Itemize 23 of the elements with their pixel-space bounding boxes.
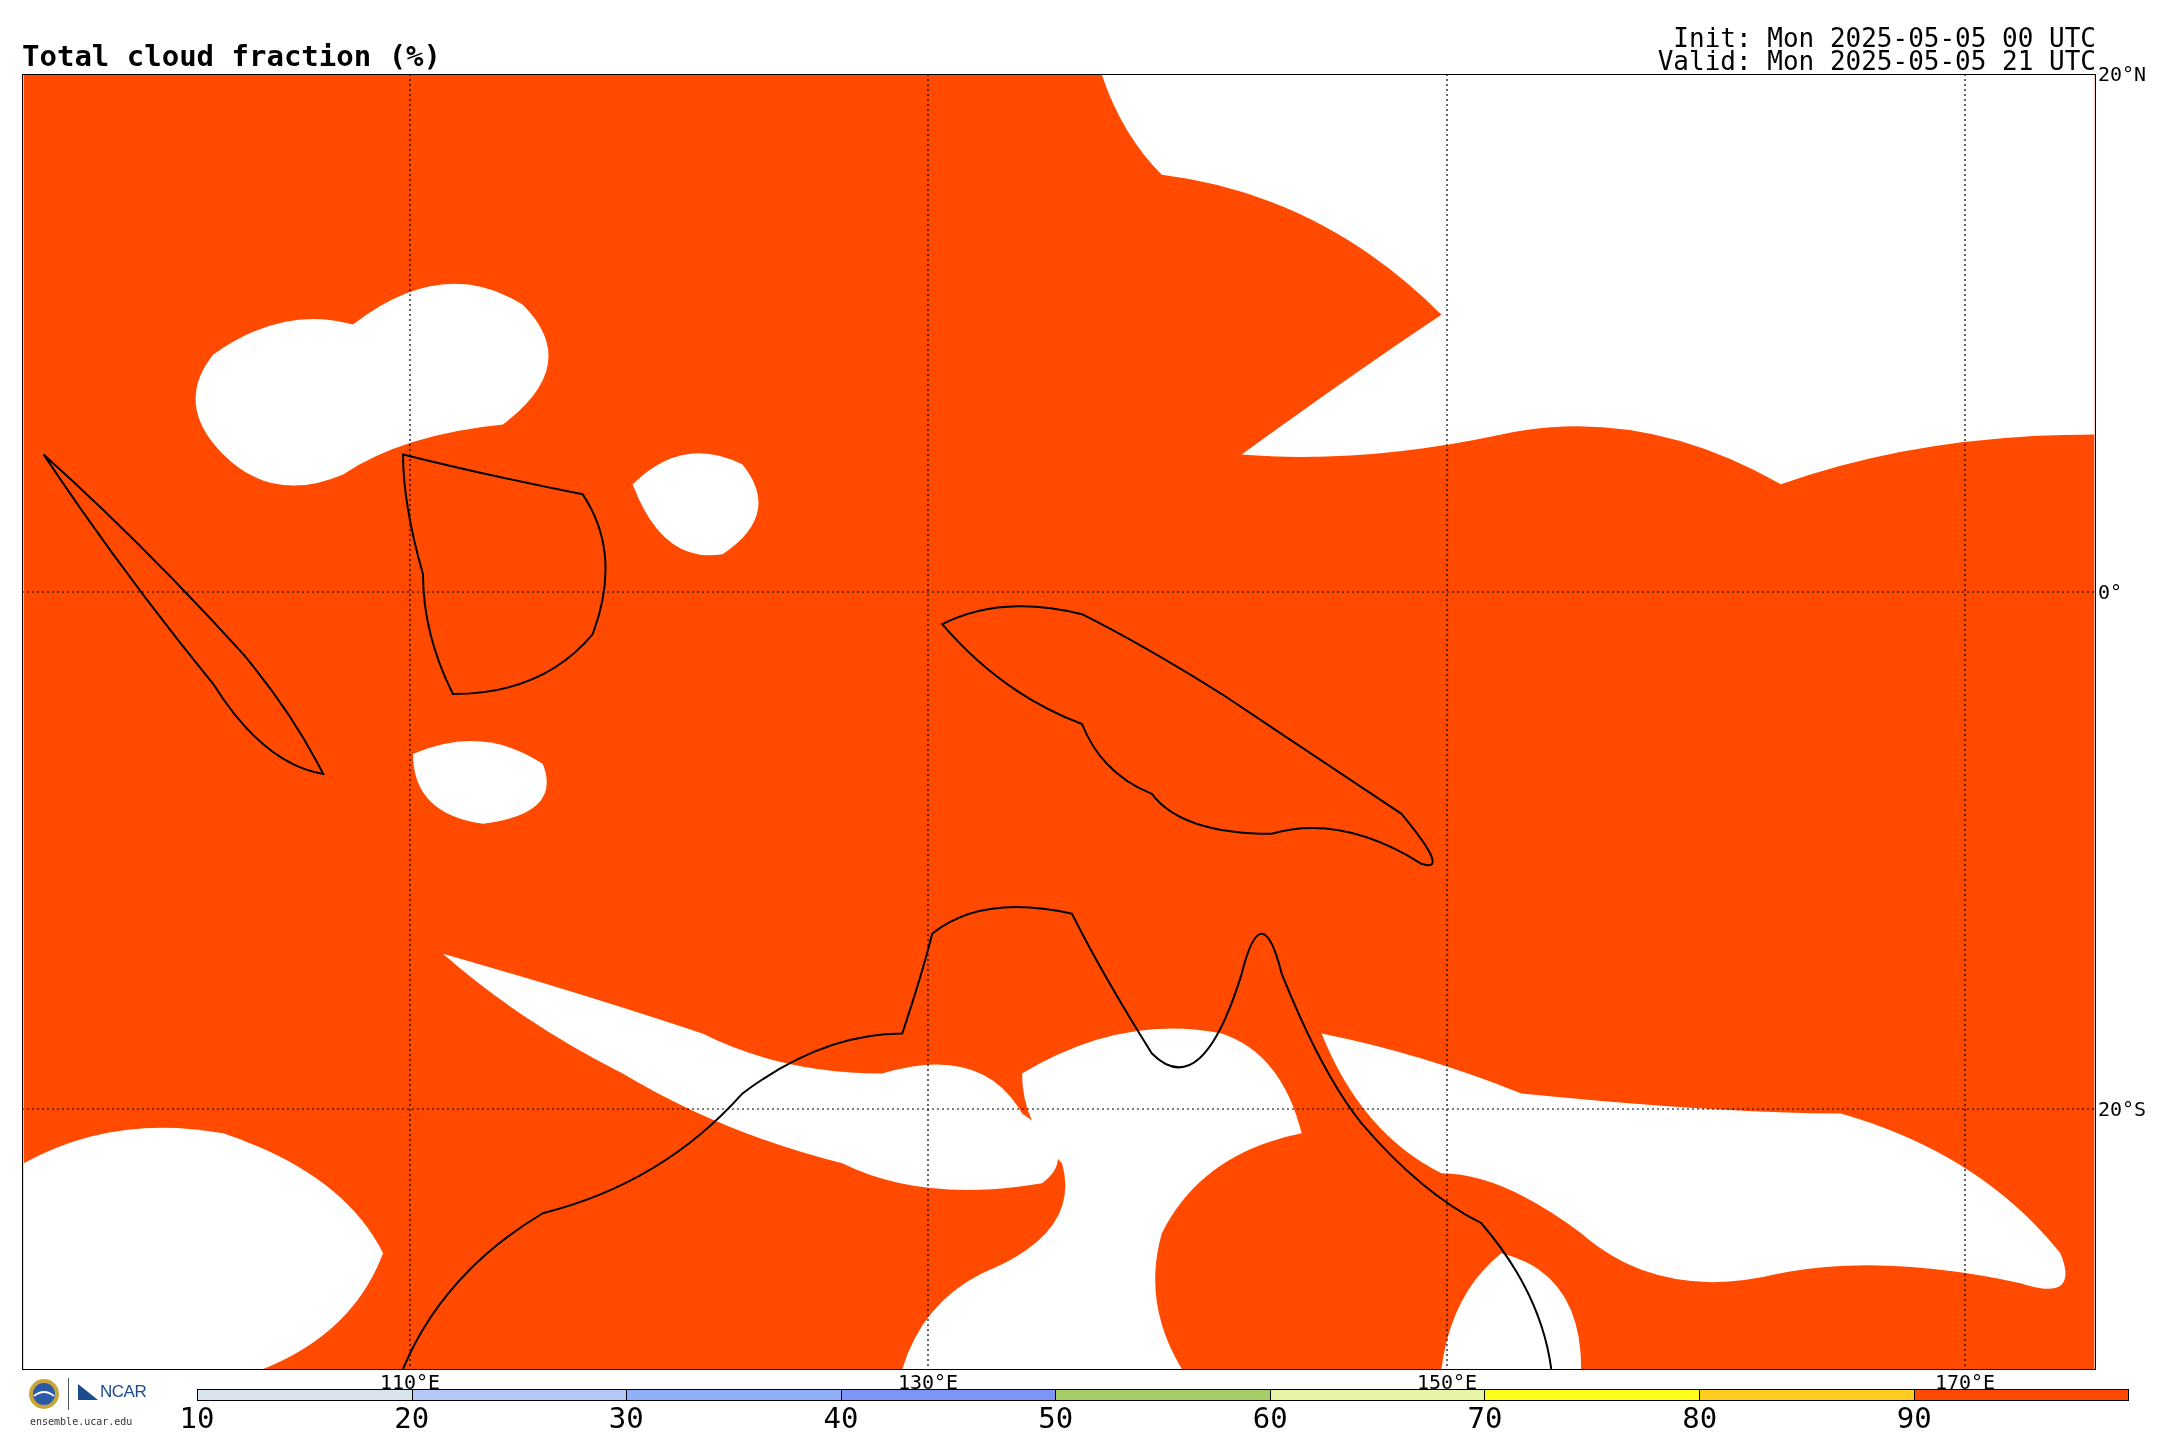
chart-title: Total cloud fraction (%) [22,40,442,72]
website-text: ensemble.ucar.edu [30,1416,133,1428]
longitude-label: 110°E [379,1372,441,1392]
latitude-label: 0° [2098,582,2123,602]
longitude-label: 130°E [897,1372,959,1392]
scale-label: 40 [823,1404,859,1432]
scale-label: 80 [1682,1404,1718,1432]
scale-label: 60 [1252,1404,1288,1432]
longitude-label: 170°E [1934,1372,1996,1392]
logo-text: NCAR [100,1382,147,1402]
scale-label: 20 [394,1404,430,1432]
latitude-label: 20°S [2098,1099,2147,1119]
init-time: Init: Mon 2025-05-05 00 UTC [1673,27,2096,50]
scale-label: 10 [179,1404,215,1432]
scale-label: 30 [608,1404,644,1432]
scale-label: 70 [1467,1404,1503,1432]
longitude-label: 150°E [1416,1372,1478,1392]
triangle-logo-icon [78,1384,98,1400]
globe-logo-icon [28,1378,60,1410]
valid-time: Valid: Mon 2025-05-05 21 UTC [1657,50,2096,73]
latitude-label: 20°N [2098,64,2147,84]
scale-label: 50 [1038,1404,1074,1432]
scale-label: 90 [1896,1404,1932,1432]
